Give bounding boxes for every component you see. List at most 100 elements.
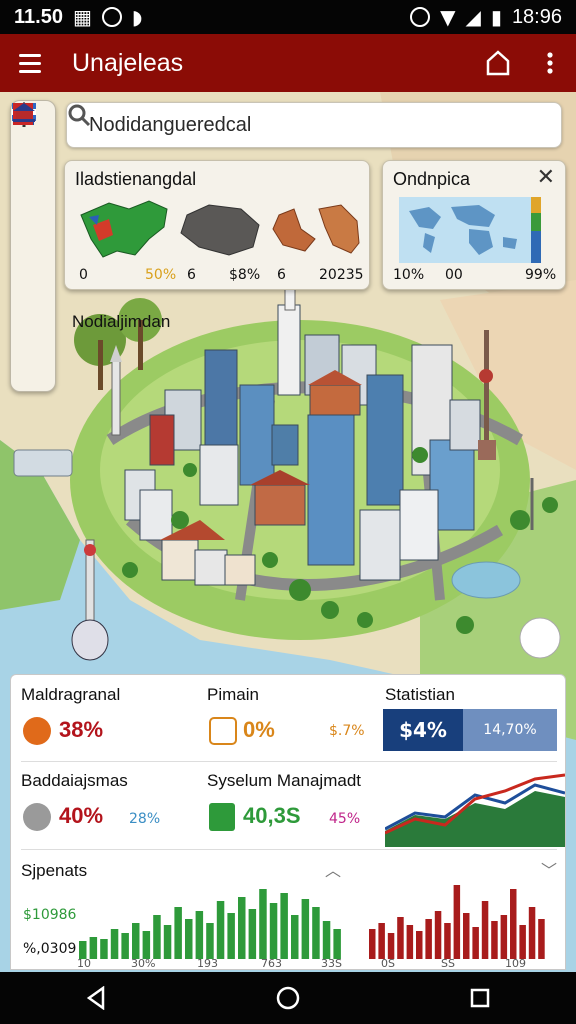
home-nav-button[interactable] <box>258 972 318 1024</box>
metric-4-title: Baddaiajsmas <box>21 771 128 790</box>
spend-x-label: 193 <box>197 957 218 970</box>
metric-1-value: 38% <box>59 717 104 742</box>
layer-building-button[interactable] <box>13 103 49 287</box>
spend-bar <box>510 889 517 959</box>
spend-x-label: 109 <box>505 957 526 970</box>
spend-x-label: 0S <box>381 957 395 970</box>
overview-value-3: 99% <box>525 267 557 283</box>
spend-bar <box>110 929 119 959</box>
layer-flag-button[interactable] <box>12 103 49 191</box>
trend-chart <box>385 773 565 847</box>
app-bar: Unajeleas <box>0 34 576 92</box>
spend-x-label: 763 <box>261 957 282 970</box>
circle-home-icon <box>276 986 300 1010</box>
spend-bar <box>132 923 140 959</box>
spend-bar <box>444 923 451 959</box>
spend-bar <box>227 913 235 959</box>
metric-4-value: 40% <box>59 803 104 828</box>
expand-button[interactable]: ﹀ <box>541 857 557 881</box>
shield-icon: ◗ <box>131 5 143 29</box>
metric-4-sub: 28% <box>129 811 161 827</box>
overview-card[interactable]: Ondnpica ✕ 10% 00 99% <box>382 160 566 290</box>
spend-bar <box>121 933 129 959</box>
battery-icon: ▮ <box>490 5 502 29</box>
spend-bar <box>416 931 423 959</box>
spend-bar <box>238 897 246 959</box>
spend-bar <box>425 919 432 959</box>
recents-icon <box>470 988 490 1008</box>
signal-icon: ◢ <box>465 5 481 29</box>
region-value-2: 50% <box>145 267 177 283</box>
spend-bar <box>100 939 108 959</box>
region-card[interactable]: Iladstienangdal 0 50% 6 $8% 6 20235 <box>64 160 370 290</box>
calendar-icon <box>209 803 235 831</box>
metric-2-value: 0% <box>243 717 275 742</box>
spend-bar <box>453 885 461 959</box>
temple-icon <box>13 103 35 122</box>
region-value-1: 0 <box>79 267 88 283</box>
metric-5-value: 40,3S <box>243 803 301 828</box>
spend-bar <box>528 907 536 959</box>
map-tool-rail <box>10 100 56 392</box>
spend-bar <box>378 923 385 959</box>
status-bar: 11.50 ▦ ◗ ▼ ◢ ▮ 18:96 <box>0 0 576 34</box>
sync-icon <box>101 7 122 27</box>
divider <box>21 761 557 762</box>
clock: 18:96 <box>511 5 562 28</box>
spend-bar <box>312 907 320 959</box>
spend-bar <box>500 915 508 959</box>
layer-shop-button[interactable] <box>13 103 49 335</box>
metric-2-sub: $.7% <box>329 723 365 739</box>
spend-bar <box>269 903 278 959</box>
menu-button[interactable] <box>0 34 60 92</box>
spend-x-label: 30% <box>131 957 156 970</box>
spend-bar <box>195 911 204 959</box>
spend-bar <box>142 931 151 959</box>
spend-bar <box>259 889 267 959</box>
overview-card-title: Ondnpica <box>393 169 471 189</box>
spend-bar <box>174 907 182 959</box>
back-button[interactable] <box>66 972 126 1024</box>
metric-3-sub: 14,70% <box>463 709 557 751</box>
status-icon <box>209 717 237 745</box>
user-icon <box>23 803 51 831</box>
spend-bar <box>89 937 98 959</box>
spend-bar <box>301 899 310 959</box>
close-button[interactable]: ✕ <box>537 165 555 190</box>
home-button[interactable] <box>472 34 524 92</box>
map-area-label: Nodialjimdan <box>72 312 171 331</box>
status-left-text: 11.50 <box>14 5 63 28</box>
chevron-down-icon: ﹀ <box>541 861 558 880</box>
collapse-button[interactable]: ︿ <box>325 857 341 881</box>
overflow-menu-button[interactable] <box>524 34 576 92</box>
region-value-5: 6 <box>277 267 286 283</box>
world-map-icon <box>399 197 541 263</box>
metric-1-title: Maldragranal <box>21 685 121 704</box>
spend-bar <box>153 915 161 959</box>
spend-bar <box>434 911 442 959</box>
spends-y-label-top: $10986 <box>23 907 77 923</box>
app-root: 11.50 ▦ ◗ ▼ ◢ ▮ 18:96 Unajeleas Nodidang… <box>0 0 576 1024</box>
spend-bar <box>333 929 341 959</box>
layer-temple-button[interactable] <box>13 103 49 383</box>
region-card-title: Iladstienangdal <box>75 169 197 189</box>
metric-5-title: Syselum Manajmadt <box>207 771 362 790</box>
spend-bar <box>397 917 404 959</box>
green-bar-chart <box>79 889 341 959</box>
system-nav-bar <box>0 972 576 1024</box>
layer-landmark-button[interactable] <box>14 108 49 239</box>
virus-icon <box>23 717 51 745</box>
alarm-icon <box>410 7 431 27</box>
stats-panel: Maldragranal 38% Pimain 0% $.7% Statisti… <box>10 674 566 970</box>
spend-bar <box>369 929 376 959</box>
spend-bar <box>472 927 479 959</box>
spends-title: Sjpenats <box>21 861 88 880</box>
overview-value-2: 00 <box>445 267 463 283</box>
wifi-icon: ▼ <box>440 5 456 29</box>
overview-value-1: 10% <box>393 267 425 283</box>
spend-bar <box>163 925 172 959</box>
recents-button[interactable] <box>450 972 510 1024</box>
spend-x-label: 10 <box>77 957 91 970</box>
search-input[interactable] <box>89 113 509 137</box>
map-search-bar[interactable] <box>66 102 562 148</box>
